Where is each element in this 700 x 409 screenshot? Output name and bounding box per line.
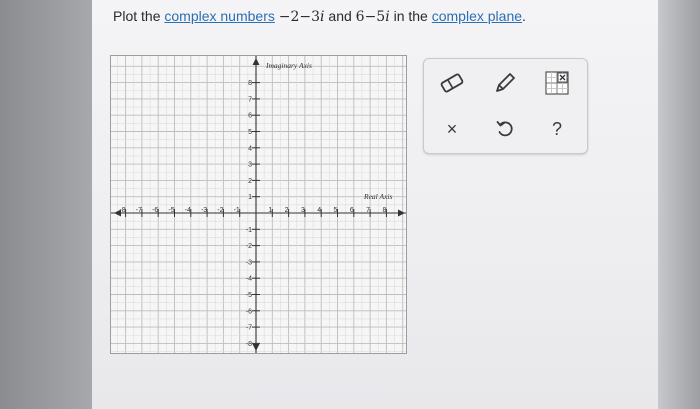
y-tick-label: 1 <box>248 194 252 201</box>
imaginary-axis-arrow <box>252 58 260 65</box>
y-tick-label: 2 <box>248 178 252 185</box>
prompt-lead: Plot the <box>113 8 161 24</box>
x-tick-label: -8 <box>119 207 125 214</box>
complex-number-2: 6−5i <box>355 9 390 25</box>
imaginary-axis-arrow-down <box>252 344 260 351</box>
x-tick-label: 1 <box>268 207 272 214</box>
point-grid-icon[interactable] <box>543 69 571 97</box>
clear-button[interactable]: × <box>438 115 466 143</box>
x-tick-label: 8 <box>382 207 386 214</box>
y-tick-label: -4 <box>246 276 252 283</box>
eraser-icon[interactable] <box>438 69 466 97</box>
undo-icon[interactable] <box>491 115 519 143</box>
complex-number-1: −2−3i <box>278 9 325 25</box>
x-tick-label: -5 <box>168 207 174 214</box>
x-tick-label: -2 <box>217 207 223 214</box>
y-tick-label: -3 <box>246 259 252 266</box>
y-tick-label: -2 <box>246 243 252 250</box>
x-tick-label: -7 <box>136 207 142 214</box>
background-right <box>658 0 700 409</box>
prompt-and: and <box>328 8 352 24</box>
y-tick-label: 7 <box>248 96 252 103</box>
help-icon: ? <box>551 118 562 139</box>
y-tick-label: 3 <box>248 162 252 169</box>
pencil-icon[interactable] <box>491 69 519 97</box>
y-tick-label: -1 <box>246 227 252 234</box>
y-tick-label: 5 <box>248 129 252 136</box>
complex-plane-link[interactable]: complex plane <box>432 8 522 24</box>
graph-toolbar: × ? <box>423 58 588 154</box>
x-tick-label: 7 <box>366 207 370 214</box>
y-tick-label: 8 <box>248 80 252 87</box>
graph-canvas[interactable]: -8 -7 -6 -5 -4 -3 -2 -1 1 2 3 4 5 6 7 8 8 7 6 5 4 3 2 1 -1 -2 -3 -4… <box>111 56 406 353</box>
x-tick-label: -4 <box>185 207 191 214</box>
x-tick-label: -6 <box>152 207 158 214</box>
y-tick-label: -5 <box>246 292 252 299</box>
y-tick-label: -6 <box>246 308 252 315</box>
real-axis-label: Real Axis <box>363 192 392 201</box>
background-left <box>0 0 92 409</box>
help-button[interactable]: ? <box>543 115 571 143</box>
x-tick-label: 3 <box>301 207 305 214</box>
x-tick-label: -3 <box>201 207 207 214</box>
y-tick-label: -7 <box>246 325 252 332</box>
imaginary-axis-label: Imaginary Axis <box>265 61 312 70</box>
complex-plane-graph[interactable]: -8 -7 -6 -5 -4 -3 -2 -1 1 2 3 4 5 6 7 8 8 7 6 5 4 3 2 1 -1 -2 -3 -4… <box>110 55 407 354</box>
y-tick-label: 4 <box>248 145 252 152</box>
y-tick-label: 6 <box>248 113 252 120</box>
x-tick-label: 2 <box>285 207 289 214</box>
close-icon: × <box>446 118 458 139</box>
y-tick-label: -8 <box>246 341 252 348</box>
x-tick-label: 6 <box>350 207 354 214</box>
question-prompt: Plot the complex numbers −2−3i and 6−5i … <box>113 8 526 25</box>
prompt-in-the: in the <box>393 8 428 24</box>
x-tick-label: 5 <box>334 207 338 214</box>
x-tick-label: 4 <box>317 207 321 214</box>
complex-numbers-link[interactable]: complex numbers <box>164 8 275 24</box>
real-axis-arrow <box>398 209 405 217</box>
x-tick-label: -1 <box>234 207 240 214</box>
